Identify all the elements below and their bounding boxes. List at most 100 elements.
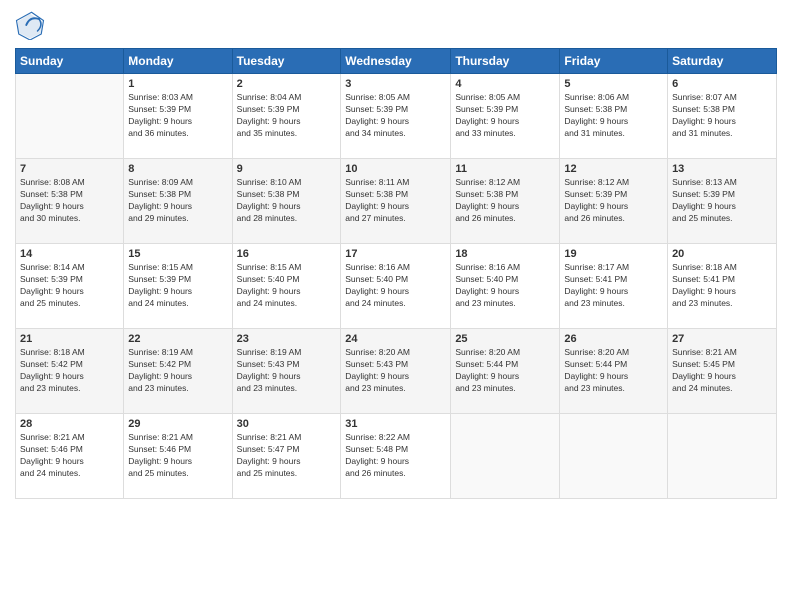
day-number: 10	[345, 163, 446, 175]
day-number: 13	[672, 163, 772, 175]
header	[15, 10, 777, 40]
calendar-cell: 6Sunrise: 8:07 AMSunset: 5:38 PMDaylight…	[668, 74, 777, 159]
day-number: 3	[345, 78, 446, 90]
calendar-cell: 18Sunrise: 8:16 AMSunset: 5:40 PMDayligh…	[451, 244, 560, 329]
day-info: Sunrise: 8:09 AMSunset: 5:38 PMDaylight:…	[128, 177, 227, 225]
day-info: Sunrise: 8:03 AMSunset: 5:39 PMDaylight:…	[128, 92, 227, 140]
day-info: Sunrise: 8:16 AMSunset: 5:40 PMDaylight:…	[345, 262, 446, 310]
calendar-week-row: 14Sunrise: 8:14 AMSunset: 5:39 PMDayligh…	[16, 244, 777, 329]
day-number: 20	[672, 248, 772, 260]
day-number: 26	[564, 333, 663, 345]
calendar-cell: 31 Sunrise: 8:22 AMSunset: 5:48 PMDayligh…	[341, 414, 451, 499]
calendar-cell	[560, 414, 668, 499]
calendar-cell: 29 Sunrise: 8:21 AMSunset: 5:46 PMDayligh…	[124, 414, 232, 499]
day-info: Sunrise: 8:12 AMSunset: 5:38 PMDaylight:…	[455, 177, 555, 225]
header-row: SundayMondayTuesdayWednesdayThursdayFrid…	[16, 49, 777, 74]
day-number: 7	[20, 163, 119, 175]
day-info: Sunrise: 8:21 AMSunset: 5:46 PMDaylight:…	[20, 432, 119, 480]
calendar-cell: 17Sunrise: 8:16 AMSunset: 5:40 PMDayligh…	[341, 244, 451, 329]
day-number: 29	[128, 418, 227, 430]
day-info: Sunrise: 8:19 AMSunset: 5:42 PMDaylight:…	[128, 347, 227, 395]
calendar-cell: 13 Sunrise: 8:13 AMSunset: 5:39 PMDayligh…	[668, 159, 777, 244]
day-info: Sunrise: 8:04 AMSunset: 5:39 PMDaylight:…	[237, 92, 337, 140]
day-info: Sunrise: 8:06 AMSunset: 5:38 PMDaylight:…	[564, 92, 663, 140]
day-info: Sunrise: 8:18 AMSunset: 5:42 PMDaylight:…	[20, 347, 119, 395]
calendar-cell	[668, 414, 777, 499]
day-info: Sunrise: 8:20 AMSunset: 5:43 PMDaylight:…	[345, 347, 446, 395]
calendar-cell: 20 Sunrise: 8:18 AMSunset: 5:41 PMDayligh…	[668, 244, 777, 329]
calendar-cell: 4 Sunrise: 8:05 AMSunset: 5:39 PMDaylight…	[451, 74, 560, 159]
calendar-body: 1 Sunrise: 8:03 AMSunset: 5:39 PMDaylight…	[16, 74, 777, 499]
day-number: 18	[455, 248, 555, 260]
day-info: Sunrise: 8:20 AMSunset: 5:44 PMDaylight:…	[455, 347, 555, 395]
calendar-cell: 7 Sunrise: 8:08 AMSunset: 5:38 PMDaylight…	[16, 159, 124, 244]
day-number: 21	[20, 333, 119, 345]
day-info: Sunrise: 8:21 AMSunset: 5:46 PMDaylight:…	[128, 432, 227, 480]
day-number: 6	[672, 78, 772, 90]
calendar-cell: 27 Sunrise: 8:21 AMSunset: 5:45 PMDayligh…	[668, 329, 777, 414]
day-number: 15	[128, 248, 227, 260]
day-number: 22	[128, 333, 227, 345]
calendar-cell: 19Sunrise: 8:17 AMSunset: 5:41 PMDayligh…	[560, 244, 668, 329]
day-info: Sunrise: 8:08 AMSunset: 5:38 PMDaylight:…	[20, 177, 119, 225]
day-number: 5	[564, 78, 663, 90]
calendar-cell: 8 Sunrise: 8:09 AMSunset: 5:38 PMDaylight…	[124, 159, 232, 244]
day-number: 25	[455, 333, 555, 345]
day-info: Sunrise: 8:17 AMSunset: 5:41 PMDaylight:…	[564, 262, 663, 310]
calendar-week-row: 21 Sunrise: 8:18 AMSunset: 5:42 PMDayligh…	[16, 329, 777, 414]
calendar-cell: 24Sunrise: 8:20 AMSunset: 5:43 PMDayligh…	[341, 329, 451, 414]
calendar-cell	[16, 74, 124, 159]
day-number: 23	[237, 333, 337, 345]
day-info: Sunrise: 8:22 AMSunset: 5:48 PMDaylight:…	[345, 432, 446, 480]
calendar-cell: 15 Sunrise: 8:15 AMSunset: 5:39 PMDayligh…	[124, 244, 232, 329]
calendar-cell: 11Sunrise: 8:12 AMSunset: 5:38 PMDayligh…	[451, 159, 560, 244]
header-day: Thursday	[451, 49, 560, 74]
day-info: Sunrise: 8:15 AMSunset: 5:40 PMDaylight:…	[237, 262, 337, 310]
day-info: Sunrise: 8:12 AMSunset: 5:39 PMDaylight:…	[564, 177, 663, 225]
calendar-cell: 23 Sunrise: 8:19 AMSunset: 5:43 PMDayligh…	[232, 329, 341, 414]
day-info: Sunrise: 8:19 AMSunset: 5:43 PMDaylight:…	[237, 347, 337, 395]
calendar-cell: 28 Sunrise: 8:21 AMSunset: 5:46 PMDayligh…	[16, 414, 124, 499]
calendar-cell: 14Sunrise: 8:14 AMSunset: 5:39 PMDayligh…	[16, 244, 124, 329]
day-info: Sunrise: 8:20 AMSunset: 5:44 PMDaylight:…	[564, 347, 663, 395]
day-info: Sunrise: 8:10 AMSunset: 5:38 PMDaylight:…	[237, 177, 337, 225]
day-number: 28	[20, 418, 119, 430]
calendar-cell: 25 Sunrise: 8:20 AMSunset: 5:44 PMDayligh…	[451, 329, 560, 414]
day-info: Sunrise: 8:21 AMSunset: 5:45 PMDaylight:…	[672, 347, 772, 395]
calendar-cell: 16 Sunrise: 8:15 AMSunset: 5:40 PMDayligh…	[232, 244, 341, 329]
calendar-cell: 5 Sunrise: 8:06 AMSunset: 5:38 PMDaylight…	[560, 74, 668, 159]
calendar-cell: 12Sunrise: 8:12 AMSunset: 5:39 PMDayligh…	[560, 159, 668, 244]
day-info: Sunrise: 8:05 AMSunset: 5:39 PMDaylight:…	[455, 92, 555, 140]
day-info: Sunrise: 8:14 AMSunset: 5:39 PMDaylight:…	[20, 262, 119, 310]
day-number: 1	[128, 78, 227, 90]
day-number: 9	[237, 163, 337, 175]
calendar-cell: 30Sunrise: 8:21 AMSunset: 5:47 PMDayligh…	[232, 414, 341, 499]
calendar-cell	[451, 414, 560, 499]
day-info: Sunrise: 8:21 AMSunset: 5:47 PMDaylight:…	[237, 432, 337, 480]
main-container: SundayMondayTuesdayWednesdayThursdayFrid…	[0, 0, 792, 612]
calendar-cell: 26 Sunrise: 8:20 AMSunset: 5:44 PMDayligh…	[560, 329, 668, 414]
header-day: Monday	[124, 49, 232, 74]
day-number: 27	[672, 333, 772, 345]
calendar-header: SundayMondayTuesdayWednesdayThursdayFrid…	[16, 49, 777, 74]
calendar-table: SundayMondayTuesdayWednesdayThursdayFrid…	[15, 48, 777, 499]
day-number: 4	[455, 78, 555, 90]
day-number: 31	[345, 418, 446, 430]
header-day: Saturday	[668, 49, 777, 74]
calendar-cell: 21 Sunrise: 8:18 AMSunset: 5:42 PMDayligh…	[16, 329, 124, 414]
header-day: Friday	[560, 49, 668, 74]
day-number: 16	[237, 248, 337, 260]
calendar-week-row: 7 Sunrise: 8:08 AMSunset: 5:38 PMDaylight…	[16, 159, 777, 244]
day-number: 8	[128, 163, 227, 175]
logo	[15, 10, 49, 40]
header-day: Wednesday	[341, 49, 451, 74]
day-info: Sunrise: 8:15 AMSunset: 5:39 PMDaylight:…	[128, 262, 227, 310]
day-info: Sunrise: 8:18 AMSunset: 5:41 PMDaylight:…	[672, 262, 772, 310]
header-day: Tuesday	[232, 49, 341, 74]
calendar-cell: 9 Sunrise: 8:10 AMSunset: 5:38 PMDaylight…	[232, 159, 341, 244]
calendar-cell: 22 Sunrise: 8:19 AMSunset: 5:42 PMDayligh…	[124, 329, 232, 414]
calendar-cell: 1 Sunrise: 8:03 AMSunset: 5:39 PMDaylight…	[124, 74, 232, 159]
day-info: Sunrise: 8:13 AMSunset: 5:39 PMDaylight:…	[672, 177, 772, 225]
calendar-week-row: 1 Sunrise: 8:03 AMSunset: 5:39 PMDaylight…	[16, 74, 777, 159]
day-info: Sunrise: 8:05 AMSunset: 5:39 PMDaylight:…	[345, 92, 446, 140]
